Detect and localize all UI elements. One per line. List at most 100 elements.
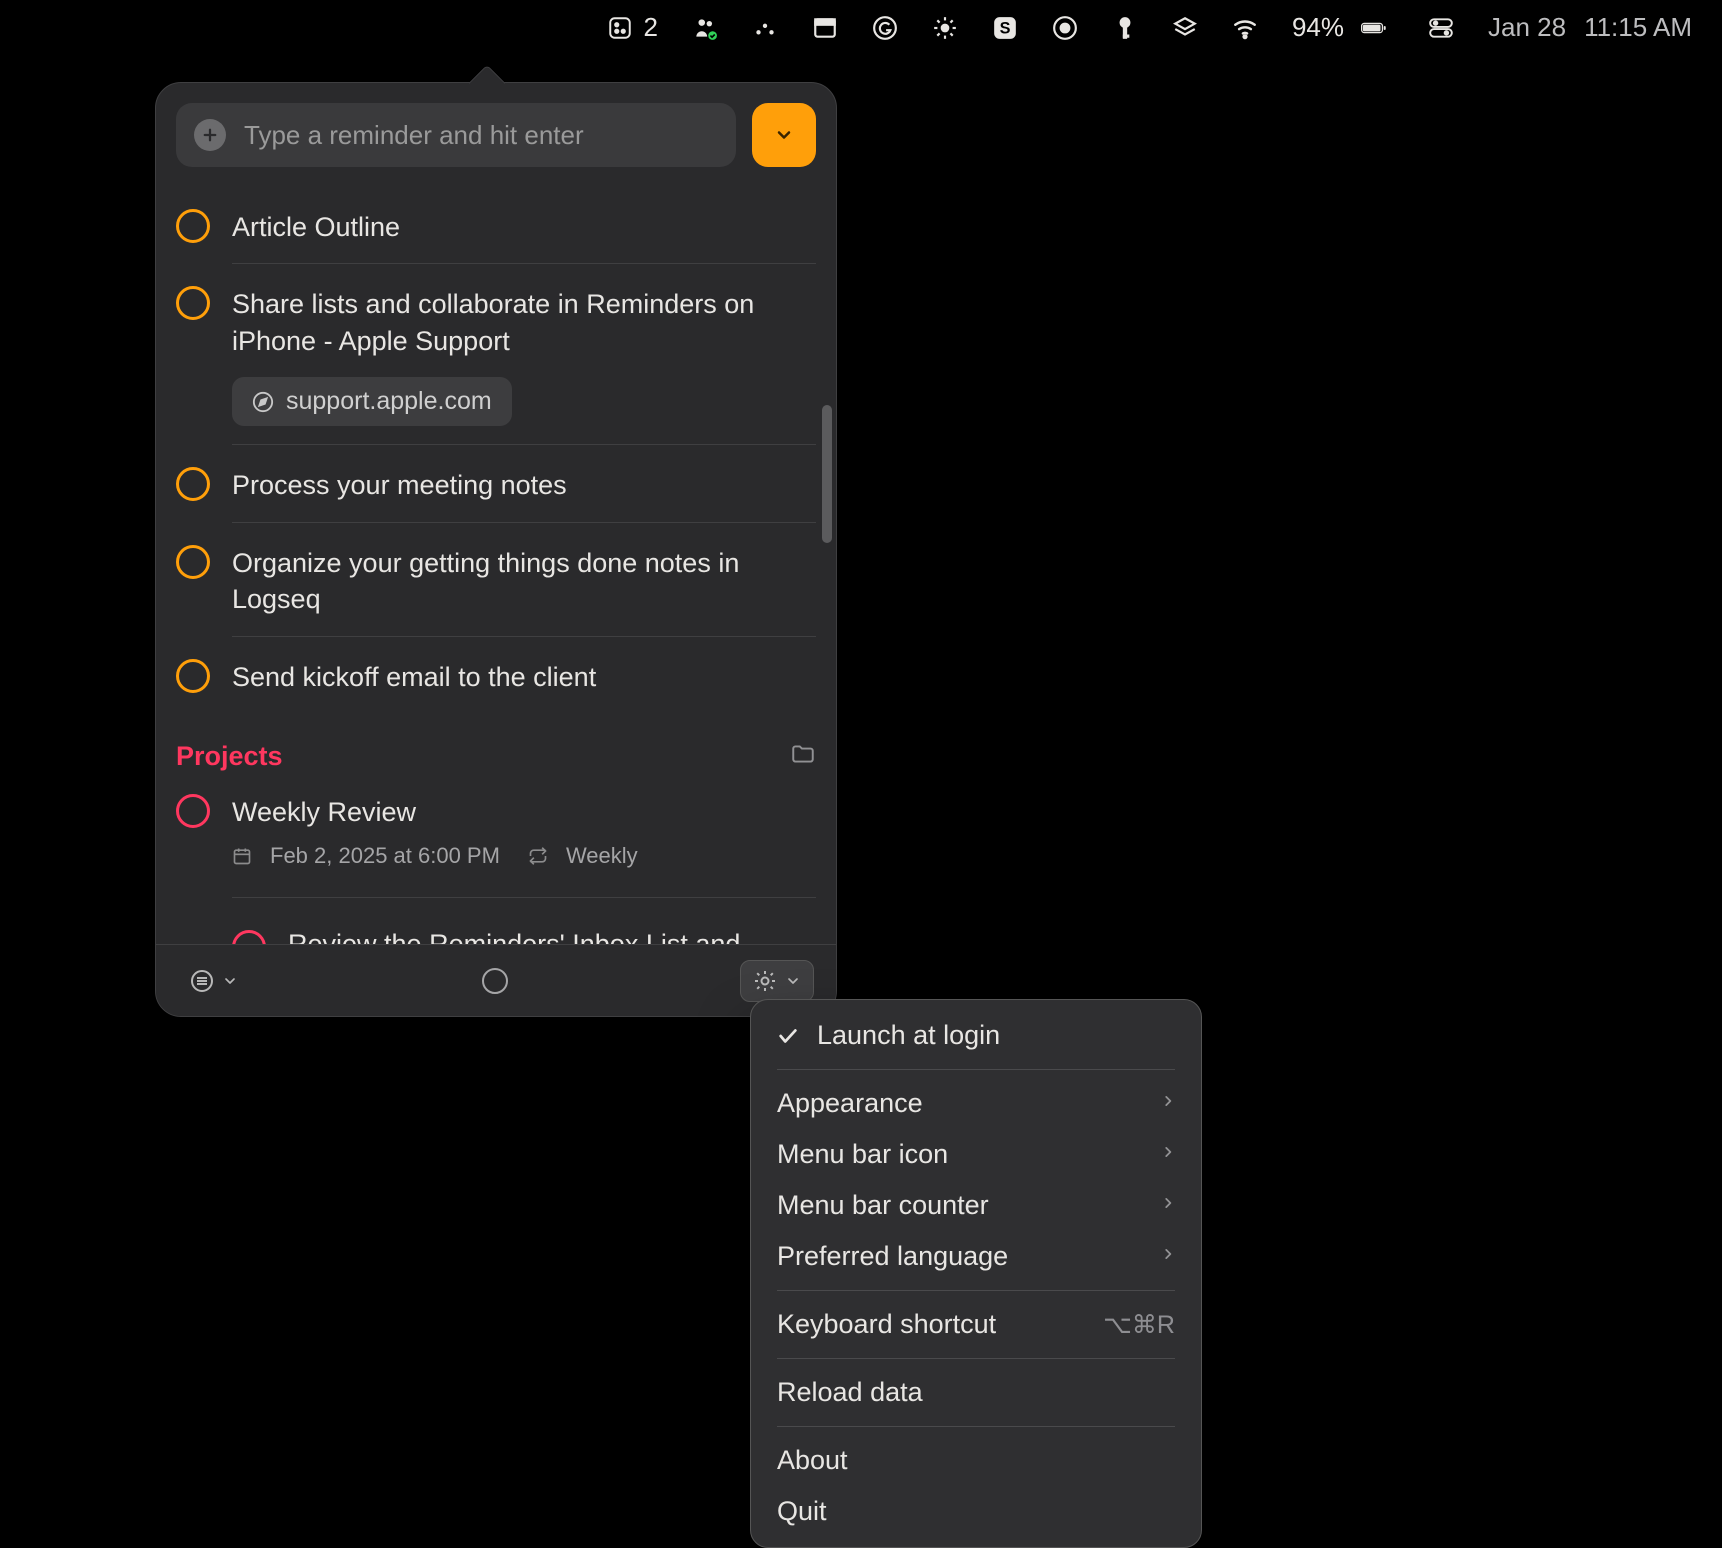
menu-divider [777,1069,1175,1070]
menu-item-about[interactable]: About [751,1435,1201,1486]
repeat-icon [528,846,548,866]
reminder-title: Article Outline [232,209,816,245]
menu-item-launch-at-login[interactable]: Launch at login [751,1010,1201,1061]
menu-divider [777,1290,1175,1291]
complete-toggle[interactable] [176,286,210,320]
battery-status[interactable]: 94% [1292,12,1394,43]
chevron-down-icon [222,973,238,989]
toggles-icon [1428,15,1454,41]
sun-icon [932,15,958,41]
dots-icon-glyph [752,15,778,41]
section-title: Projects [176,741,283,772]
battery-percent: 94% [1292,12,1344,43]
sub-list-item[interactable]: Review the Reminders' Inbox List and Sch… [232,897,816,945]
menu-divider [777,1426,1175,1427]
menu-divider [777,1358,1175,1359]
list-filter-icon [190,969,214,993]
menubar-time: 11:15 AM [1584,12,1692,43]
reminder-link-label: support.apple.com [286,387,492,416]
section-header[interactable]: Projects [176,713,816,784]
reminder-link-chip[interactable]: support.apple.com [232,377,512,426]
o-app-icon[interactable] [1052,15,1078,41]
menu-item-preferred-language[interactable]: Preferred language [751,1231,1201,1282]
chevron-right-icon [1161,1139,1175,1170]
menubar-date: Jan 28 [1488,12,1566,43]
folder-icon[interactable] [790,741,816,772]
chevron-right-icon [1161,1088,1175,1119]
reminder-title: Review the Reminders' Inbox List and Sch… [288,926,816,945]
list-item[interactable]: Share lists and collaborate in Reminders… [176,264,816,444]
menu-label: Launch at login [817,1020,1000,1051]
wifi-icon[interactable] [1232,15,1258,41]
dots-icon[interactable] [752,15,778,41]
footer-settings-button[interactable] [740,960,814,1002]
menu-item-reload-data[interactable]: Reload data [751,1367,1201,1418]
rectangle-icon[interactable] [812,15,838,41]
keyboard-shortcut-value: ⌥⌘R [1103,1310,1175,1340]
reminder-input-wrap[interactable] [176,103,736,167]
menu-label: Reload data [777,1377,923,1408]
menu-label: Menu bar counter [777,1190,989,1221]
key-icon[interactable] [1112,15,1138,41]
teams-icon[interactable] [692,15,718,41]
footer-circle-button[interactable] [482,968,508,994]
menubar-app-badge[interactable]: 2 [607,12,657,43]
menu-item-appearance[interactable]: Appearance [751,1078,1201,1129]
list-item[interactable]: Weekly Review Feb 2, 2025 at 6:00 PM Wee… [176,784,816,944]
list-selector-button[interactable] [752,103,816,167]
complete-toggle[interactable] [176,209,210,243]
chevron-right-icon [1161,1241,1175,1272]
circle-o-icon [1052,15,1078,41]
menu-label: Preferred language [777,1241,1008,1272]
list-item[interactable]: Organize your getting things done notes … [176,523,816,636]
panel-footer [156,944,836,1016]
complete-toggle[interactable] [232,930,266,945]
menu-bar: 2 S [0,0,1722,55]
reminder-date: Feb 2, 2025 at 6:00 PM [270,843,500,869]
menu-label: Menu bar icon [777,1139,948,1170]
list-item[interactable]: Send kickoff email to the client [176,637,816,713]
list-item[interactable]: Article Outline [176,187,816,263]
reminder-input[interactable] [244,120,718,151]
footer-filter-button[interactable] [178,961,250,1001]
reminders-menubar-icon [607,15,633,41]
reminder-title: Weekly Review [232,794,816,830]
key-icon-glyph [1112,15,1138,41]
layers-icon [1172,15,1198,41]
chevron-right-icon [1161,1190,1175,1221]
reminder-repeat: Weekly [566,843,638,869]
rectangle-icon-glyph [812,15,838,41]
control-center-icon[interactable] [1428,15,1454,41]
menu-item-menu-bar-icon[interactable]: Menu bar icon [751,1129,1201,1180]
menubar-badge-count: 2 [643,12,657,43]
complete-toggle[interactable] [176,467,210,501]
list-item[interactable]: Process your meeting notes [176,445,816,521]
calendar-icon [232,846,252,866]
scrollbar-thumb[interactable] [822,405,832,543]
s-letter-icon: S [992,15,1018,41]
settings-menu: Launch at login Appearance Menu bar icon… [750,999,1202,1548]
wifi-icon-glyph [1232,15,1258,41]
reminders-list[interactable]: Article Outline Share lists and collabor… [156,167,836,944]
menu-item-quit[interactable]: Quit [751,1486,1201,1537]
menu-label: Appearance [777,1088,923,1119]
teams-icon-glyph [692,15,718,41]
menu-item-keyboard-shortcut[interactable]: Keyboard shortcut ⌥⌘R [751,1299,1201,1350]
grammarly-icon-glyph [872,15,898,41]
complete-toggle[interactable] [176,794,210,828]
brightness-icon[interactable] [932,15,958,41]
reminders-popover: Article Outline Share lists and collabor… [155,82,837,1017]
complete-toggle[interactable] [176,659,210,693]
menu-item-menu-bar-counter[interactable]: Menu bar counter [751,1180,1201,1231]
clock-date[interactable]: Jan 28 11:15 AM [1488,12,1692,43]
s-app-icon[interactable]: S [992,15,1018,41]
grammarly-icon[interactable] [872,15,898,41]
complete-toggle[interactable] [176,545,210,579]
stack-icon[interactable] [1172,15,1198,41]
reminder-title: Send kickoff email to the client [232,659,816,695]
reminder-title: Share lists and collaborate in Reminders… [232,286,816,359]
plus-icon [194,119,226,151]
reminder-title: Process your meeting notes [232,467,816,503]
menu-label: Quit [777,1496,827,1527]
chevron-down-icon [774,125,794,145]
